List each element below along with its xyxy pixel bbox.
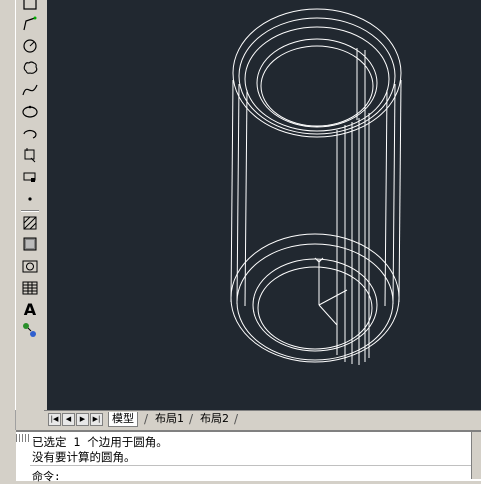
- first-tab-button[interactable]: |◀: [48, 413, 61, 426]
- insert-block-icon[interactable]: [19, 145, 41, 165]
- tab-separator: /: [234, 412, 239, 426]
- layout-tab-bar: |◀ ◀ ▶ ▶| 模型 / 布局1 / 布局2 /: [44, 410, 481, 428]
- tab-separator: /: [189, 412, 194, 426]
- revision-cloud-icon[interactable]: [19, 58, 41, 78]
- polyline-icon[interactable]: [19, 14, 41, 34]
- region-icon[interactable]: [19, 256, 41, 276]
- circle-icon[interactable]: [19, 36, 41, 56]
- multiline-text-icon[interactable]: A: [19, 299, 41, 319]
- left-dock-edge: [0, 0, 16, 430]
- cylinder-wireframe: [230, 8, 402, 365]
- rectangle-icon[interactable]: [19, 0, 41, 14]
- text-tool-glyph: A: [23, 299, 37, 319]
- point-icon[interactable]: [19, 188, 41, 208]
- next-tab-button[interactable]: ▶: [76, 413, 89, 426]
- draw-toolbar: A: [15, 0, 45, 410]
- command-window[interactable]: 已选定 1 个边用于圆角。 没有要计算的圆角。 命令:: [16, 430, 481, 484]
- ellipse-arc-icon[interactable]: [19, 123, 41, 143]
- make-block-icon[interactable]: [19, 167, 41, 187]
- tab-model[interactable]: 模型: [108, 412, 138, 427]
- command-divider: [30, 465, 481, 466]
- tab-layout2[interactable]: 布局2: [197, 412, 232, 426]
- tab-separator: /: [144, 412, 149, 426]
- drawing-canvas[interactable]: [47, 0, 481, 410]
- previous-tab-button[interactable]: ◀: [62, 413, 75, 426]
- command-scrollbar[interactable]: [471, 432, 481, 479]
- table-icon[interactable]: [19, 278, 41, 298]
- hatch-icon[interactable]: [19, 213, 41, 233]
- command-history-line: 已选定 1 个边用于圆角。: [32, 435, 168, 449]
- spline-icon[interactable]: [19, 80, 41, 100]
- add-selected-icon[interactable]: [19, 320, 41, 340]
- ellipse-icon[interactable]: [19, 101, 41, 121]
- last-tab-button[interactable]: ▶|: [90, 413, 103, 426]
- command-window-grip[interactable]: [16, 434, 29, 442]
- command-history-line: 没有要计算的圆角。: [32, 450, 136, 464]
- command-prompt[interactable]: 命令:: [32, 468, 61, 484]
- tab-layout1[interactable]: 布局1: [152, 412, 187, 426]
- gradient-icon[interactable]: [19, 234, 41, 254]
